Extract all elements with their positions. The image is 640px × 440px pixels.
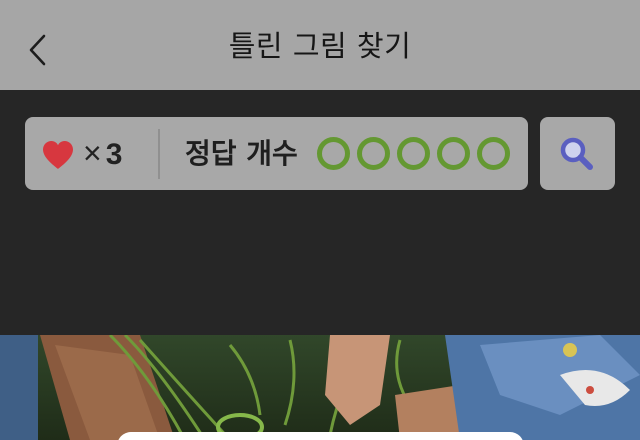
times-sign: × <box>83 135 102 171</box>
hint-search-button[interactable] <box>540 117 615 190</box>
game-status-panel: × 3 정답 개수 <box>25 117 528 190</box>
answer-slot-circle <box>477 137 510 170</box>
answer-slot-circle <box>357 137 390 170</box>
divider <box>158 129 160 179</box>
answer-progress <box>317 137 510 171</box>
top-bar: 틀린 그림 찾기 <box>0 0 640 90</box>
lives-counter: × 3 <box>83 117 122 190</box>
answer-count-label: 정답 개수 <box>185 137 298 170</box>
lives-count: 3 <box>105 138 123 171</box>
spot-the-difference-screen: 틀린 그림 찾기 × 3 정답 개수 <box>0 0 640 440</box>
heart-icon <box>43 141 73 169</box>
bottom-sheet <box>117 432 524 440</box>
page-title: 틀린 그림 찾기 <box>228 29 412 63</box>
answer-slot-circle <box>397 137 430 170</box>
magnifier-icon <box>560 137 593 170</box>
answer-slot-circle <box>437 137 470 170</box>
garden-photo-image <box>0 335 640 440</box>
puzzle-photo[interactable] <box>0 335 640 440</box>
answer-slot-circle <box>317 137 350 170</box>
